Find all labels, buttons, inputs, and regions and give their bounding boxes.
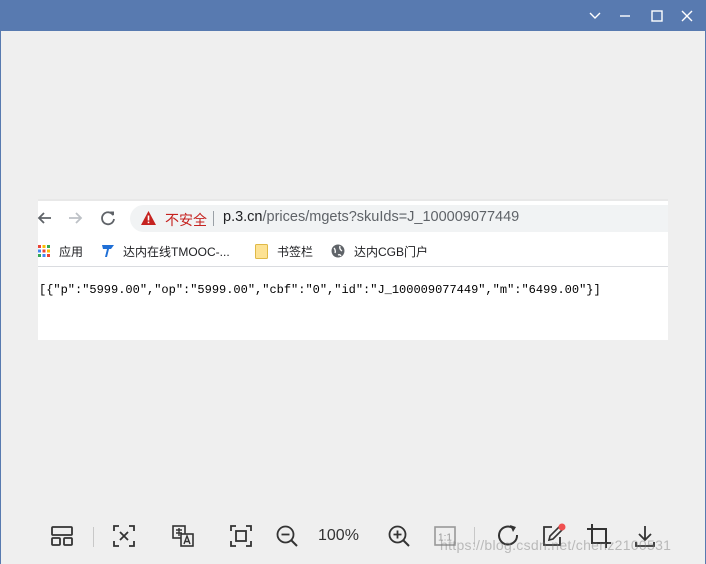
- bookmark-cgb[interactable]: 达内CGB门户: [331, 242, 428, 260]
- url-host: p.3.cn: [223, 209, 263, 225]
- reload-icon[interactable]: [99, 209, 117, 227]
- folder-icon: [255, 243, 268, 259]
- bookmark-label: 达内在线TMOOC-...: [123, 244, 230, 259]
- url-text[interactable]: p.3.cn/prices/mgets?skuIds=J_10000907744…: [223, 209, 519, 225]
- browser-screenshot: 不安全 p.3.cn/prices/mgets?skuIds=J_1000090…: [36, 199, 668, 340]
- warning-icon[interactable]: [140, 210, 157, 231]
- zoom-out-icon[interactable]: [273, 522, 301, 550]
- globe-icon: [331, 244, 345, 258]
- security-status-label[interactable]: 不安全: [165, 210, 207, 230]
- minimize-button[interactable]: [615, 6, 635, 26]
- address-divider: [213, 211, 214, 226]
- window-border-left: [0, 31, 1, 564]
- maximize-button[interactable]: [647, 6, 667, 26]
- address-bar[interactable]: 不安全 p.3.cn/prices/mgets?skuIds=J_1000090…: [130, 205, 668, 232]
- bookmarks-bar: 应用 达内在线TMOOC-... 书签栏 达内CGB门户: [38, 234, 668, 267]
- thumbnail-layout-icon[interactable]: [48, 522, 76, 550]
- fit-screen-icon[interactable]: [227, 522, 255, 550]
- chevron-down-icon[interactable]: [585, 6, 605, 26]
- bookmark-label: 达内CGB门户: [354, 244, 429, 259]
- bookmark-folder[interactable]: 书签栏: [255, 242, 313, 260]
- viewer-title-bar: [0, 0, 706, 31]
- forward-arrow-icon[interactable]: [66, 209, 84, 227]
- close-button[interactable]: [677, 6, 697, 26]
- bookmark-apps[interactable]: 应用: [38, 242, 83, 260]
- bookmark-label: 书签栏: [277, 244, 314, 259]
- toolbar-divider: [93, 527, 94, 547]
- back-arrow-icon[interactable]: [36, 209, 54, 227]
- apps-grid-icon: [38, 245, 50, 257]
- bookmark-tmooc[interactable]: 达内在线TMOOC-...: [102, 242, 230, 260]
- json-response-text: [{"p":"5999.00","op":"5999.00","cbf":"0"…: [39, 283, 601, 297]
- url-path: /prices/mgets?skuIds=J_100009077449: [262, 209, 520, 225]
- translate-icon[interactable]: [169, 522, 197, 550]
- tmooc-logo-icon: [102, 245, 114, 257]
- formula-recognize-icon[interactable]: [110, 522, 138, 550]
- zoom-level: 100%: [318, 527, 359, 544]
- zoom-in-icon[interactable]: [385, 522, 413, 550]
- browser-toolbar: 不安全 p.3.cn/prices/mgets?skuIds=J_1000090…: [36, 199, 668, 234]
- watermark-text: https://blog.csdn.net/chenz2100531: [440, 537, 672, 553]
- bookmark-label: 应用: [59, 244, 84, 259]
